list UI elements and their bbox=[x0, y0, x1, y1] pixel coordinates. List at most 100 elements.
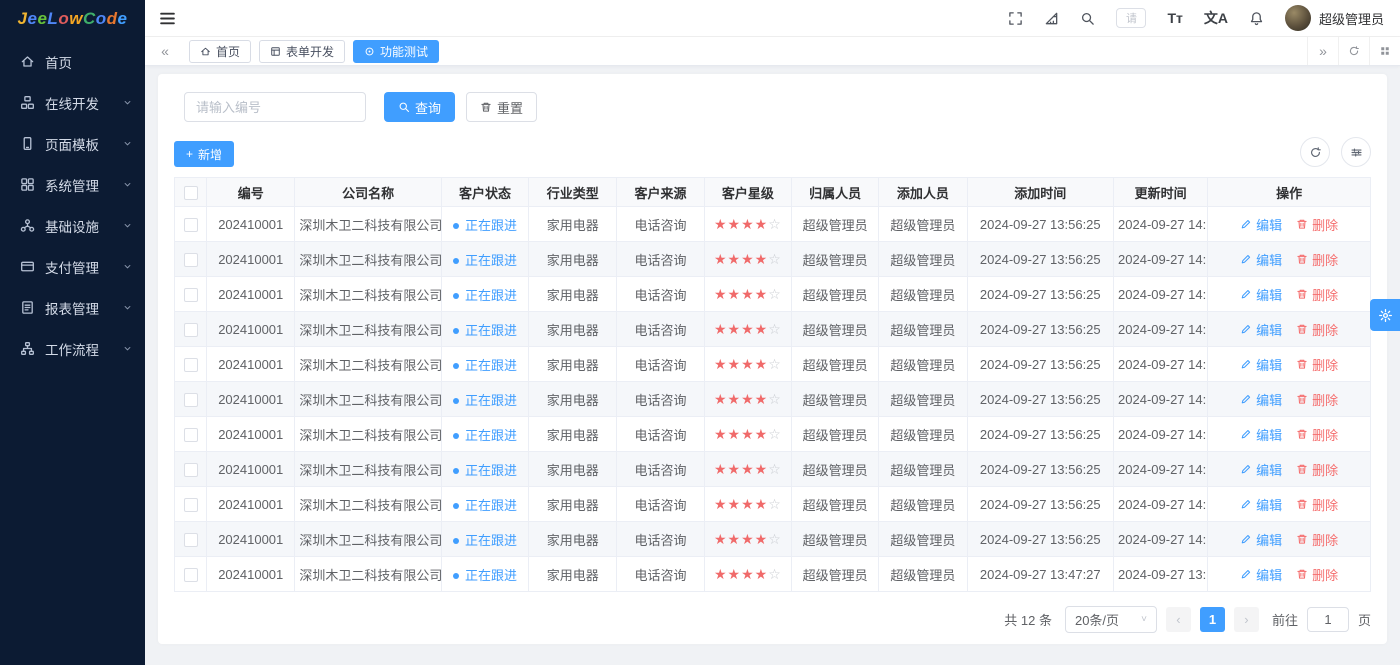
cell-star-rating: ★★★★☆ bbox=[704, 557, 791, 592]
edit-button[interactable]: 编辑 bbox=[1240, 530, 1282, 549]
report-icon bbox=[20, 300, 35, 315]
row-checkbox[interactable] bbox=[184, 463, 198, 477]
topbar-actions: 请 Tт 文A 超级管理员 bbox=[1008, 5, 1384, 31]
star-filled-icon: ★ bbox=[714, 321, 728, 337]
pagination-total: 共 12 条 bbox=[1004, 610, 1052, 629]
row-checkbox[interactable] bbox=[184, 288, 198, 302]
tab-refresh-icon[interactable] bbox=[1338, 37, 1369, 65]
design-ruler-icon[interactable] bbox=[1044, 11, 1059, 26]
sidebar-item-7[interactable]: 工作流程 bbox=[0, 328, 145, 369]
goto-page-input[interactable] bbox=[1307, 607, 1349, 632]
row-checkbox[interactable] bbox=[184, 323, 198, 337]
page-template-icon bbox=[20, 136, 35, 151]
cell-owner: 超级管理员 bbox=[791, 417, 878, 452]
edit-button[interactable]: 编辑 bbox=[1240, 495, 1282, 514]
cell-status: 正在跟进 bbox=[441, 207, 528, 242]
theme-settings-gear-icon[interactable] bbox=[1370, 299, 1400, 331]
sidebar-item-6[interactable]: 报表管理 bbox=[0, 287, 145, 328]
delete-button[interactable]: 删除 bbox=[1296, 460, 1338, 479]
cell-actions: 编辑删除 bbox=[1208, 557, 1371, 592]
row-checkbox[interactable] bbox=[184, 358, 198, 372]
chevron-down-icon bbox=[122, 343, 133, 354]
sidebar-item-5[interactable]: 支付管理 bbox=[0, 246, 145, 287]
search-icon[interactable] bbox=[1080, 11, 1095, 26]
delete-button[interactable]: 删除 bbox=[1296, 425, 1338, 444]
row-checkbox[interactable] bbox=[184, 253, 198, 267]
column-settings-icon[interactable] bbox=[1341, 137, 1371, 167]
delete-button[interactable]: 删除 bbox=[1296, 390, 1338, 409]
app-logo[interactable]: JeeLowCode bbox=[0, 0, 145, 37]
row-checkbox[interactable] bbox=[184, 533, 198, 547]
cell-creator: 超级管理员 bbox=[879, 487, 967, 522]
table-header-row: 编号公司名称客户状态行业类型客户来源客户星级归属人员添加人员添加时间更新时间操作 bbox=[175, 178, 1371, 207]
edit-button[interactable]: 编辑 bbox=[1240, 460, 1282, 479]
edit-button[interactable]: 编辑 bbox=[1240, 250, 1282, 269]
edit-button[interactable]: 编辑 bbox=[1240, 425, 1282, 444]
edit-button[interactable]: 编辑 bbox=[1240, 215, 1282, 234]
reset-button[interactable]: 重置 bbox=[466, 92, 537, 122]
star-filled-icon: ★ bbox=[728, 321, 742, 337]
cell-creator: 超级管理员 bbox=[879, 277, 967, 312]
query-button[interactable]: 查询 bbox=[384, 92, 455, 122]
refresh-table-icon[interactable] bbox=[1300, 137, 1330, 167]
tabs-collapse-left-icon[interactable]: « bbox=[153, 43, 177, 59]
row-checkbox[interactable] bbox=[184, 568, 198, 582]
cell-created-time: 2024-09-27 13:47:27 bbox=[967, 557, 1113, 592]
delete-button[interactable]: 删除 bbox=[1296, 215, 1338, 234]
edit-button[interactable]: 编辑 bbox=[1240, 355, 1282, 374]
notification-bell-icon[interactable] bbox=[1249, 11, 1264, 26]
delete-button[interactable]: 删除 bbox=[1296, 285, 1338, 304]
user-menu[interactable]: 超级管理员 bbox=[1285, 5, 1384, 31]
star-filled-icon: ★ bbox=[741, 531, 755, 547]
sidebar-item-home[interactable]: 首页 bbox=[0, 41, 145, 82]
goto-label: 前往 bbox=[1272, 610, 1298, 629]
page-size-select[interactable]: 20条/页 ˅ bbox=[1065, 606, 1157, 633]
sidebar-item-3[interactable]: 系统管理 bbox=[0, 164, 145, 205]
row-checkbox[interactable] bbox=[184, 498, 198, 512]
cell-updated-time: 2024-09-27 14: bbox=[1114, 242, 1208, 277]
delete-button[interactable]: 删除 bbox=[1296, 565, 1338, 584]
sidebar-item-1[interactable]: 在线开发 bbox=[0, 82, 145, 123]
tab-2[interactable]: 功能测试 bbox=[353, 40, 439, 63]
tab-0[interactable]: 首页 bbox=[189, 40, 251, 63]
delete-button[interactable]: 删除 bbox=[1296, 355, 1338, 374]
layout-grid-icon[interactable] bbox=[1369, 37, 1400, 65]
sidebar-item-2[interactable]: 页面模板 bbox=[0, 123, 145, 164]
trash-icon bbox=[1296, 568, 1308, 580]
cell-source: 电话咨询 bbox=[617, 207, 704, 242]
sidebar-item-4[interactable]: 基础设施 bbox=[0, 205, 145, 246]
row-checkbox[interactable] bbox=[184, 393, 198, 407]
prev-page-button[interactable]: ‹ bbox=[1166, 607, 1191, 632]
cell-status: 正在跟进 bbox=[441, 557, 528, 592]
page-number-1[interactable]: 1 bbox=[1200, 607, 1225, 632]
cell-created-time: 2024-09-27 13:56:25 bbox=[967, 242, 1113, 277]
hamburger-menu-icon[interactable] bbox=[159, 10, 176, 27]
logo-letter: w bbox=[69, 9, 83, 29]
next-page-button[interactable]: › bbox=[1234, 607, 1259, 632]
font-size-icon[interactable]: Tт bbox=[1167, 10, 1182, 26]
checkbox-cell bbox=[175, 207, 207, 242]
table-row: 202410001 深圳木卫二科技有限公司 正在跟进 家用电器 电话咨询 ★★★… bbox=[175, 207, 1371, 242]
edit-button[interactable]: 编辑 bbox=[1240, 320, 1282, 339]
delete-button[interactable]: 删除 bbox=[1296, 250, 1338, 269]
delete-button[interactable]: 删除 bbox=[1296, 320, 1338, 339]
tabs-expand-right-icon[interactable]: » bbox=[1307, 37, 1338, 65]
tab-1[interactable]: 表单开发 bbox=[259, 40, 345, 63]
row-checkbox[interactable] bbox=[184, 218, 198, 232]
quick-search-input[interactable]: 请 bbox=[1116, 8, 1146, 28]
pencil-icon bbox=[1240, 463, 1252, 475]
add-button[interactable]: + 新增 bbox=[174, 141, 234, 167]
delete-button[interactable]: 删除 bbox=[1296, 495, 1338, 514]
search-input[interactable] bbox=[184, 92, 366, 122]
edit-button[interactable]: 编辑 bbox=[1240, 285, 1282, 304]
delete-button[interactable]: 删除 bbox=[1296, 530, 1338, 549]
edit-button[interactable]: 编辑 bbox=[1240, 565, 1282, 584]
fullscreen-icon[interactable] bbox=[1008, 11, 1023, 26]
table-toolbar: + 新增 bbox=[174, 137, 1371, 167]
row-checkbox[interactable] bbox=[184, 428, 198, 442]
translate-icon[interactable]: 文A bbox=[1204, 8, 1228, 28]
select-all-checkbox[interactable] bbox=[184, 186, 198, 200]
edit-button[interactable]: 编辑 bbox=[1240, 390, 1282, 409]
star-filled-icon: ★ bbox=[755, 286, 769, 302]
pencil-icon bbox=[1240, 218, 1252, 230]
